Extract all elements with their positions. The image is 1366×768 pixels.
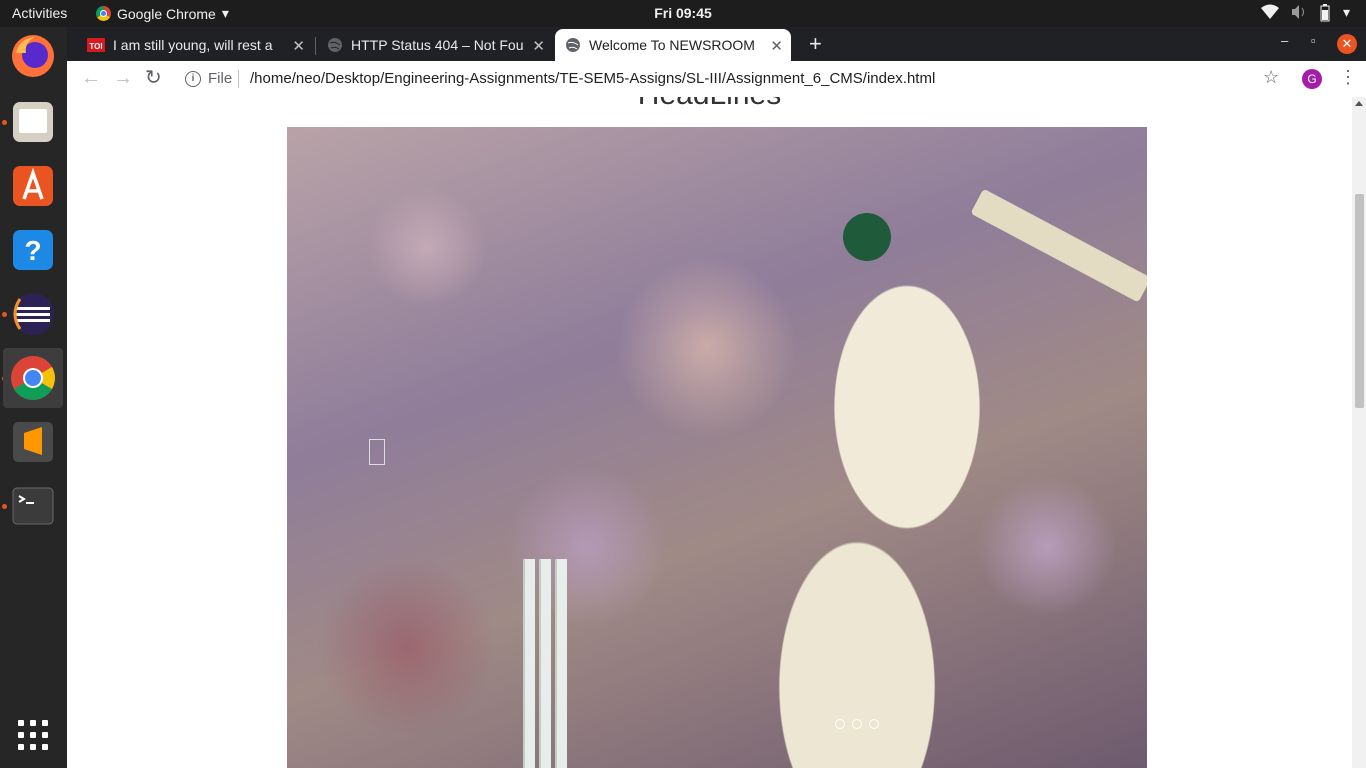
globe-icon xyxy=(566,38,580,52)
close-tab-icon[interactable]: ✕ xyxy=(292,37,305,55)
scroll-up-icon[interactable] xyxy=(1355,101,1363,106)
carousel-indicators xyxy=(835,719,879,729)
carousel-indicator-2[interactable] xyxy=(852,719,862,729)
close-tab-icon[interactable]: ✕ xyxy=(770,37,783,55)
carousel-prev-icon[interactable] xyxy=(369,439,385,465)
running-indicator xyxy=(2,504,7,509)
carousel-indicator-1[interactable] xyxy=(835,719,845,729)
tab-toi[interactable]: TOI I am still young, will rest a ✕ xyxy=(77,29,313,61)
carousel-image-bat xyxy=(970,188,1147,303)
running-indicator xyxy=(2,312,7,317)
svg-text:?: ? xyxy=(24,235,41,266)
headline-carousel[interactable] xyxy=(287,127,1147,768)
bookmark-star-icon[interactable]: ☆ xyxy=(1263,67,1279,88)
dock-help[interactable]: ? xyxy=(9,226,57,274)
site-info-icon[interactable]: i xyxy=(185,71,201,87)
software-center-icon xyxy=(13,166,53,206)
gnome-top-bar: Activities Google Chrome ▾ Fri 09:45 ▾ xyxy=(0,0,1366,27)
back-button[interactable]: ← xyxy=(81,68,101,88)
page-viewport: HeadLines xyxy=(67,97,1352,768)
system-tray[interactable]: ▾ xyxy=(1260,4,1350,22)
sublime-text-icon xyxy=(13,422,53,462)
close-tab-icon[interactable]: ✕ xyxy=(532,37,545,55)
reload-button[interactable]: ↻ xyxy=(145,68,162,88)
new-tab-button[interactable]: + xyxy=(809,31,822,57)
url-divider xyxy=(238,70,239,88)
tab-404[interactable]: HTTP Status 404 – Not Fou ✕ xyxy=(317,29,553,61)
dock-chrome[interactable] xyxy=(3,348,63,408)
carousel-indicator-3[interactable] xyxy=(869,719,879,729)
tab-title: I am still young, will rest a xyxy=(113,37,273,53)
svg-text:TOI: TOI xyxy=(89,42,102,51)
minimize-button[interactable]: – xyxy=(1281,33,1288,48)
url-scheme-label: File xyxy=(208,70,233,87)
forward-button[interactable]: → xyxy=(113,68,133,88)
eclipse-icon xyxy=(12,293,54,335)
tab-title: HTTP Status 404 – Not Fou xyxy=(351,37,524,53)
page-heading: HeadLines xyxy=(67,97,1352,112)
battery-icon xyxy=(1320,4,1330,22)
wifi-icon xyxy=(1260,4,1279,19)
toi-favicon-icon: TOI xyxy=(87,38,105,52)
close-window-button[interactable]: ✕ xyxy=(1337,34,1357,54)
dock-eclipse[interactable] xyxy=(9,290,57,338)
terminal-icon xyxy=(12,487,54,525)
firefox-icon xyxy=(12,35,54,77)
chrome-icon xyxy=(11,356,55,400)
carousel-image-stump xyxy=(523,559,535,768)
browser-toolbar: ← → ↻ i File /home/neo/Desktop/Engineeri… xyxy=(67,61,1366,98)
files-icon xyxy=(13,102,53,142)
dock-terminal[interactable] xyxy=(9,482,57,530)
running-indicator xyxy=(2,120,7,125)
ubuntu-dock: ? xyxy=(0,27,67,768)
tab-separator xyxy=(315,37,316,55)
show-applications-icon[interactable] xyxy=(18,720,48,750)
dock-sublime[interactable] xyxy=(9,418,57,466)
tab-newsroom[interactable]: Welcome To NEWSROOM ✕ xyxy=(555,29,791,61)
dock-firefox[interactable] xyxy=(9,32,57,80)
help-icon: ? xyxy=(13,230,53,270)
profile-avatar[interactable]: G xyxy=(1302,69,1322,89)
scrollbar-thumb[interactable] xyxy=(1355,194,1364,408)
carousel-image-stump xyxy=(555,559,567,768)
tab-title: Welcome To NEWSROOM xyxy=(589,37,755,53)
page-scrollbar[interactable] xyxy=(1352,97,1366,768)
clock[interactable]: Fri 09:45 xyxy=(0,5,1366,21)
maximize-button[interactable]: ▫ xyxy=(1311,33,1316,48)
tab-strip: TOI I am still young, will rest a ✕ HTTP… xyxy=(67,27,1366,61)
dock-software[interactable] xyxy=(9,162,57,210)
carousel-image-stump xyxy=(539,559,551,768)
chrome-menu-icon[interactable]: ⋮ xyxy=(1339,67,1357,88)
address-bar[interactable]: /home/neo/Desktop/Engineering-Assignment… xyxy=(250,70,935,87)
system-menu-chevron-icon: ▾ xyxy=(1342,4,1350,20)
dock-files[interactable] xyxy=(9,98,57,146)
globe-icon xyxy=(328,38,342,52)
volume-icon xyxy=(1291,5,1304,19)
